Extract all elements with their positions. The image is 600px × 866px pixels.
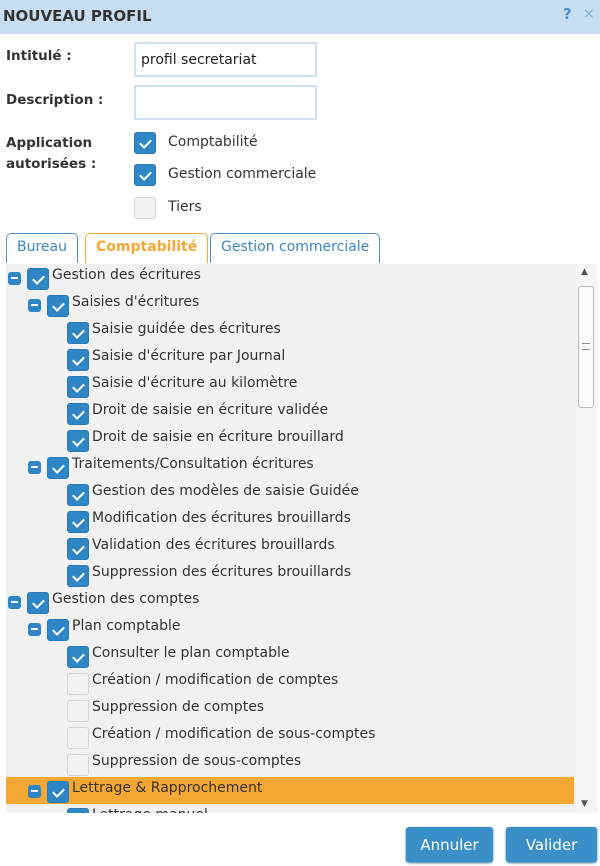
tree-item-label: Création / modification de sous-comptes [92, 726, 376, 742]
tree-item[interactable]: Suppression des écritures brouillards [6, 561, 574, 588]
tree-item[interactable]: Saisie guidée des écritures [6, 318, 574, 345]
tree-checkbox[interactable] [67, 754, 89, 776]
tree-checkbox[interactable] [67, 700, 89, 722]
scrollbar[interactable]: ▲ ▼ [576, 264, 598, 813]
collapse-icon[interactable] [28, 299, 41, 312]
tab[interactable]: Bureau [6, 233, 78, 263]
tree-item[interactable]: Création / modification de sous-comptes [6, 723, 574, 750]
tree-item-label: Lettrage & Rapprochement [72, 780, 263, 796]
tree-item-label: Droit de saisie en écriture brouillard [92, 429, 344, 445]
tree-item[interactable]: Saisies d'écritures [6, 291, 574, 318]
intitule-label: Intitulé : [6, 48, 72, 64]
tree-item-label: Création / modification de comptes [92, 672, 339, 688]
tree-item[interactable]: Suppression de sous-comptes [6, 750, 574, 777]
tree-item-label: Saisie d'écriture par Journal [92, 348, 286, 364]
tree-item[interactable]: Saisie d'écriture au kilomètre [6, 372, 574, 399]
collapse-icon[interactable] [28, 785, 41, 798]
tree-item-label: Traitements/Consultation écritures [72, 456, 314, 472]
tree-item-label: Lettrage manuel [92, 807, 208, 813]
tree-checkbox[interactable] [67, 349, 89, 371]
validate-button[interactable]: Valider [506, 827, 597, 862]
app-checkbox[interactable] [134, 197, 156, 219]
tree-checkbox[interactable] [67, 322, 89, 344]
tree-checkbox[interactable] [67, 565, 89, 587]
app-label: Comptabilité [168, 134, 258, 150]
tree-checkbox[interactable] [27, 592, 49, 614]
tree-item-label: Suppression des écritures brouillards [92, 564, 352, 580]
tree-checkbox[interactable] [27, 268, 49, 290]
tree-item-label: Droit de saisie en écriture validée [92, 402, 329, 418]
tree-checkbox[interactable] [47, 457, 69, 479]
tree-item[interactable]: Lettrage manuel [6, 804, 574, 813]
app-label: Gestion commerciale [168, 166, 317, 182]
close-icon[interactable]: × [583, 6, 595, 22]
app-checkbox[interactable] [134, 132, 156, 154]
title-bar: NOUVEAU PROFIL ? × [0, 0, 600, 34]
tree-item[interactable]: Validation des écritures brouillards [6, 534, 574, 561]
tree-item[interactable]: Gestion des modèles de saisie Guidée [6, 480, 574, 507]
description-input[interactable] [134, 85, 317, 120]
tree-checkbox[interactable] [67, 538, 89, 560]
tree-checkbox[interactable] [47, 295, 69, 317]
tree-item-label: Modification des écritures brouillards [92, 510, 351, 526]
apps-label: Application [6, 135, 93, 151]
tree-item-label: Suppression de sous-comptes [92, 753, 302, 769]
help-icon[interactable]: ? [563, 5, 572, 23]
tree-item-label: Saisie guidée des écritures [92, 321, 281, 337]
tree-item-label: Plan comptable [72, 618, 181, 634]
app-checkbox[interactable] [134, 164, 156, 186]
tree-checkbox[interactable] [67, 484, 89, 506]
tree-item-label: Saisies d'écritures [72, 294, 200, 310]
tree-item-label: Validation des écritures brouillards [92, 537, 335, 553]
tab[interactable]: Comptabilité [85, 233, 209, 263]
tree-item-label: Consulter le plan comptable [92, 645, 290, 661]
tree-item[interactable]: Plan comptable [6, 615, 574, 642]
collapse-icon[interactable] [8, 272, 21, 285]
tree-checkbox[interactable] [67, 376, 89, 398]
tree-item[interactable]: Suppression de comptes [6, 696, 574, 723]
apps-label-2: autorisées : [6, 156, 97, 172]
tree-item[interactable]: Création / modification de comptes [6, 669, 574, 696]
tree-item[interactable]: Droit de saisie en écriture validée [6, 399, 574, 426]
tree-item[interactable]: Consulter le plan comptable [6, 642, 574, 669]
scroll-down-icon[interactable]: ▼ [581, 799, 588, 809]
tree-item[interactable]: Gestion des comptes [6, 588, 574, 615]
collapse-icon[interactable] [28, 461, 41, 474]
tree-checkbox[interactable] [67, 646, 89, 668]
dialog-title: NOUVEAU PROFIL [3, 7, 152, 25]
collapse-icon[interactable] [28, 623, 41, 636]
tree-item-label: Suppression de comptes [92, 699, 265, 715]
tree-item[interactable]: Saisie d'écriture par Journal [6, 345, 574, 372]
scroll-up-icon[interactable]: ▲ [581, 267, 588, 277]
intitule-input[interactable] [134, 42, 317, 77]
tree-checkbox[interactable] [67, 808, 89, 813]
tree-item[interactable]: Traitements/Consultation écritures [6, 453, 574, 480]
description-label: Description : [6, 92, 104, 108]
tree-checkbox[interactable] [47, 619, 69, 641]
tree-item-label: Gestion des comptes [52, 591, 200, 607]
app-label: Tiers [168, 199, 202, 215]
tab[interactable]: Gestion commerciale [210, 233, 381, 263]
cancel-button[interactable]: Annuler [406, 827, 493, 862]
tree-item-label: Saisie d'écriture au kilomètre [92, 375, 298, 391]
scrollbar-thumb[interactable] [578, 286, 594, 408]
tree-checkbox[interactable] [67, 673, 89, 695]
tree-item[interactable]: Gestion des écritures [6, 264, 574, 291]
tree-item-label: Gestion des modèles de saisie Guidée [92, 483, 359, 499]
tree-checkbox[interactable] [47, 781, 69, 803]
permissions-tree: Gestion des écritures Saisies d'écritures… [6, 264, 598, 813]
tree-item[interactable]: Lettrage & Rapprochement [6, 777, 574, 804]
tree-item-label: Gestion des écritures [52, 267, 201, 283]
tree-checkbox[interactable] [67, 403, 89, 425]
tree-checkbox[interactable] [67, 511, 89, 533]
tree-item[interactable]: Modification des écritures brouillards [6, 507, 574, 534]
collapse-icon[interactable] [8, 596, 21, 609]
tree-checkbox[interactable] [67, 430, 89, 452]
tree-checkbox[interactable] [67, 727, 89, 749]
tree-item[interactable]: Droit de saisie en écriture brouillard [6, 426, 574, 453]
